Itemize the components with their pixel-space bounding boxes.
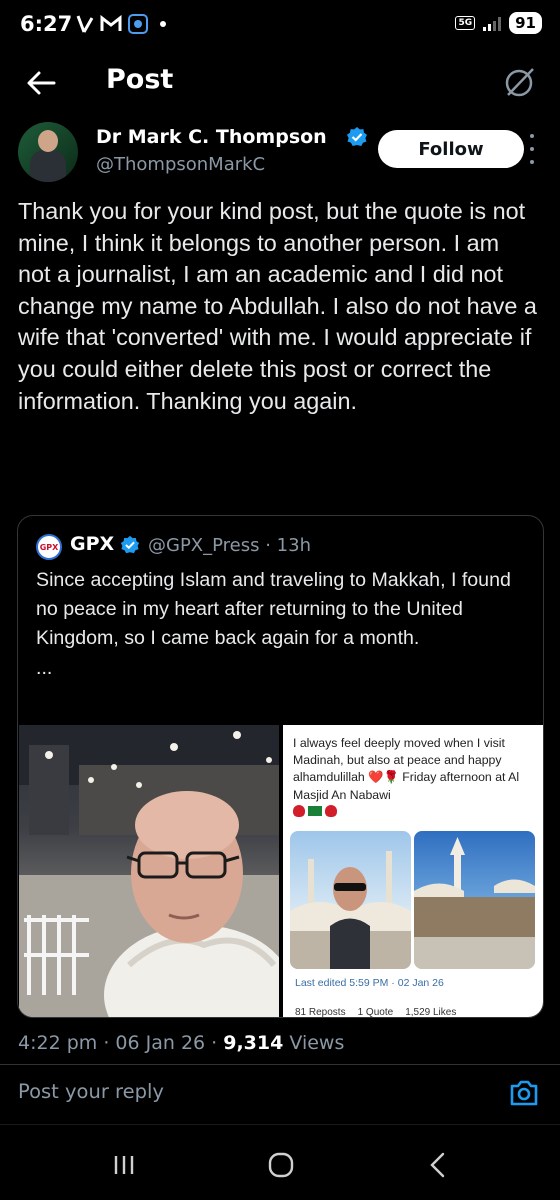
system-nav-bar xyxy=(0,1130,560,1200)
heart-icon xyxy=(325,805,337,817)
status-bar: 6:27 5G 91 xyxy=(0,0,560,52)
post-timestamp: 4:22 pm · 06 Jan 26 · xyxy=(18,1032,224,1054)
status-right: 5G 91 xyxy=(455,12,542,34)
camera-icon[interactable] xyxy=(508,1078,540,1108)
more-options-icon[interactable] xyxy=(526,134,538,164)
avatar[interactable] xyxy=(18,122,78,182)
views-count[interactable]: 9,314 xyxy=(223,1032,283,1054)
verified-badge-icon xyxy=(347,127,367,146)
quote-text: Since accepting Islam and traveling to M… xyxy=(36,566,536,683)
post-text: Thank you for your kind post, but the qu… xyxy=(18,198,537,414)
quote-ellipsis: ... xyxy=(36,656,53,679)
recents-icon[interactable] xyxy=(113,1155,135,1175)
author-handle[interactable]: @ThompsonMarkC xyxy=(96,154,265,175)
screenshot-emoji xyxy=(293,805,337,817)
quote-photo-makkah[interactable] xyxy=(19,725,279,1017)
screenshot-edited-label: Last edited 5:59 PM · 02 Jan 26 xyxy=(295,977,444,989)
screenshot-text: I always feel deeply moved when I visit … xyxy=(293,736,520,802)
battery-icon: 91 xyxy=(509,12,542,34)
madinah-mosque-illustration xyxy=(414,837,535,969)
divider xyxy=(0,1124,560,1125)
network-icon: 5G xyxy=(455,16,476,30)
reply-input[interactable] xyxy=(18,1080,458,1103)
status-time: 6:27 xyxy=(20,12,73,36)
more-notifications-icon xyxy=(160,21,166,27)
divider xyxy=(0,1064,560,1065)
views-label: Views xyxy=(283,1032,345,1054)
screenshot-reposts: 81 Reposts xyxy=(295,1007,346,1018)
author-row: Dr Mark C. Thompson @ThompsonMarkC Follo… xyxy=(18,122,548,184)
top-bar: Post xyxy=(0,52,560,114)
page-title: Post xyxy=(106,64,174,95)
app-notification-icon xyxy=(128,14,148,34)
screenshot-likes: 1,529 Likes xyxy=(405,1007,457,1018)
quoted-post[interactable]: GPX GPX @GPX_Press · 13h Since accepting… xyxy=(17,515,544,1018)
gmail-icon xyxy=(100,15,122,31)
flag-icon xyxy=(308,806,322,816)
follow-button[interactable]: Follow xyxy=(378,130,524,168)
quote-avatar: GPX xyxy=(36,534,62,560)
post-meta: 4:22 pm · 06 Jan 26 · 9,314 Views xyxy=(18,1032,344,1054)
quote-body: Since accepting Islam and traveling to M… xyxy=(36,569,511,650)
verified-badge-icon xyxy=(120,535,140,554)
quote-author-name: GPX xyxy=(70,533,115,555)
grok-icon[interactable] xyxy=(502,64,538,100)
system-back-icon[interactable] xyxy=(428,1152,448,1178)
screenshot-image-madinah-man xyxy=(290,831,411,969)
screenshot-image-madinah-mosque xyxy=(414,831,535,969)
quote-photo-screenshot[interactable]: I always feel deeply moved when I visit … xyxy=(283,725,543,1018)
signal-wave-icon xyxy=(76,15,94,33)
makkah-photo-illustration xyxy=(19,725,279,1017)
notification-icons xyxy=(76,14,166,34)
quote-avatar-label: GPX xyxy=(39,542,59,552)
heart-icon xyxy=(293,805,305,817)
screenshot-stats: 81 Reposts 1 Quote 1,529 Likes xyxy=(295,1007,457,1018)
back-arrow-icon[interactable] xyxy=(24,66,58,100)
madinah-man-illustration xyxy=(290,851,411,969)
author-name[interactable]: Dr Mark C. Thompson xyxy=(96,126,327,148)
quote-handle-time: @GPX_Press · 13h xyxy=(148,535,311,556)
screenshot-quotes: 1 Quote xyxy=(357,1007,394,1018)
home-icon[interactable] xyxy=(268,1152,294,1178)
signal-bars-icon xyxy=(483,15,502,31)
